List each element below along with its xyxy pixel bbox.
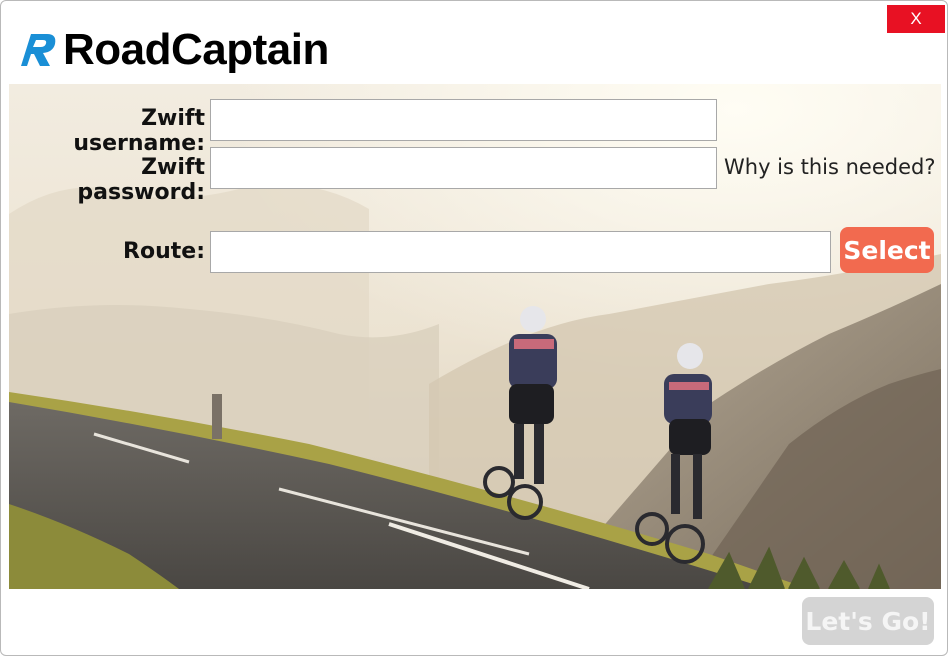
hero-image: Zwift username: Zwift password: Why is t… — [9, 84, 941, 589]
username-label: Zwift username: — [73, 106, 205, 156]
lets-go-button[interactable]: Let's Go! — [802, 597, 934, 645]
brand-header: RoadCaptain — [13, 25, 329, 75]
select-route-button[interactable]: Select — [840, 227, 934, 273]
route-input[interactable] — [210, 231, 831, 273]
app-title: RoadCaptain — [63, 25, 329, 74]
password-label: Zwift password: — [77, 155, 205, 205]
app-window: X RoadCaptain Zwift username: Zwift pass… — [0, 0, 948, 656]
username-input[interactable] — [210, 99, 717, 141]
roadcaptain-logo-icon — [21, 34, 56, 66]
why-needed-link[interactable]: Why is this needed? — [724, 155, 936, 179]
close-button[interactable]: X — [887, 5, 945, 33]
route-label: Route: — [123, 239, 205, 264]
password-input[interactable] — [210, 147, 717, 189]
